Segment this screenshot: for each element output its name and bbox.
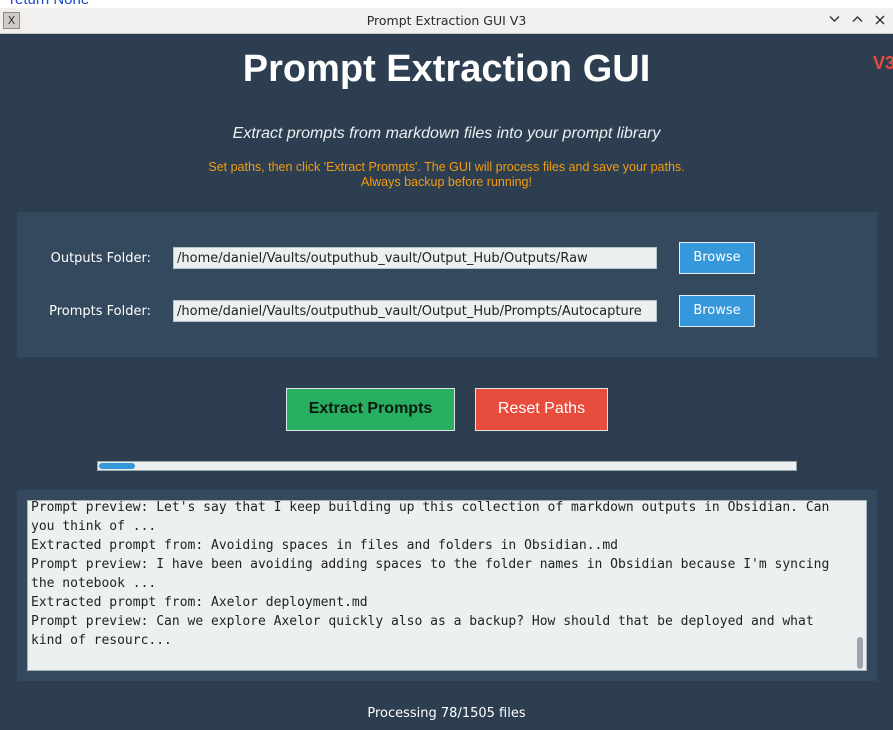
browse-prompts-button[interactable]: Browse — [679, 295, 755, 327]
chevron-up-icon — [852, 16, 862, 22]
prompts-folder-input[interactable] — [173, 300, 657, 322]
reset-paths-button[interactable]: Reset Paths — [475, 388, 608, 431]
extract-prompts-button[interactable]: Extract Prompts — [286, 388, 455, 431]
browse-outputs-button[interactable]: Browse — [679, 242, 755, 274]
log-line: Extracted prompt from: Axelor deployment… — [31, 595, 368, 610]
prompts-folder-label: Prompts Folder: — [49, 304, 151, 319]
log-text: Prompt preview: Let's say that I keep bu… — [31, 500, 851, 650]
version-badge: V3 — [873, 53, 893, 73]
status-text: Processing 78/1505 files — [367, 706, 526, 721]
maximize-button[interactable] — [848, 11, 866, 29]
page-subtitle: Extract prompts from markdown files into… — [232, 125, 661, 142]
log-line: Prompt preview: Can we explore Axelor qu… — [31, 614, 822, 648]
log-line: Extracted prompt from: Avoiding spaces i… — [31, 538, 618, 553]
window-titlebar[interactable]: X Prompt Extraction GUI V3 — [0, 8, 893, 34]
instructions-line-2: Always backup before running! — [361, 175, 532, 189]
minimize-button[interactable] — [825, 11, 843, 29]
progress-bar-fill — [99, 463, 136, 469]
paths-panel — [17, 212, 877, 357]
close-icon — [875, 15, 885, 25]
window-title: Prompt Extraction GUI V3 — [366, 13, 527, 28]
log-output[interactable]: Prompt preview: Let's say that I keep bu… — [27, 500, 867, 671]
close-button[interactable] — [871, 11, 889, 29]
progress-bar — [97, 461, 797, 471]
background-window-text: return None — [10, 0, 89, 8]
log-line: Prompt preview: I have been avoiding add… — [31, 557, 838, 591]
background-window: return None — [0, 0, 893, 8]
outputs-folder-label: Outputs Folder: — [50, 251, 151, 266]
chevron-down-icon — [829, 16, 839, 22]
page-title: Prompt Extraction GUI — [242, 48, 651, 90]
instructions-line-1: Set paths, then click 'Extract Prompts'.… — [208, 160, 685, 174]
log-line: Prompt preview: Let's say that I keep bu… — [31, 500, 838, 534]
log-scrollbar[interactable] — [857, 637, 863, 669]
outputs-folder-input[interactable] — [173, 247, 657, 269]
